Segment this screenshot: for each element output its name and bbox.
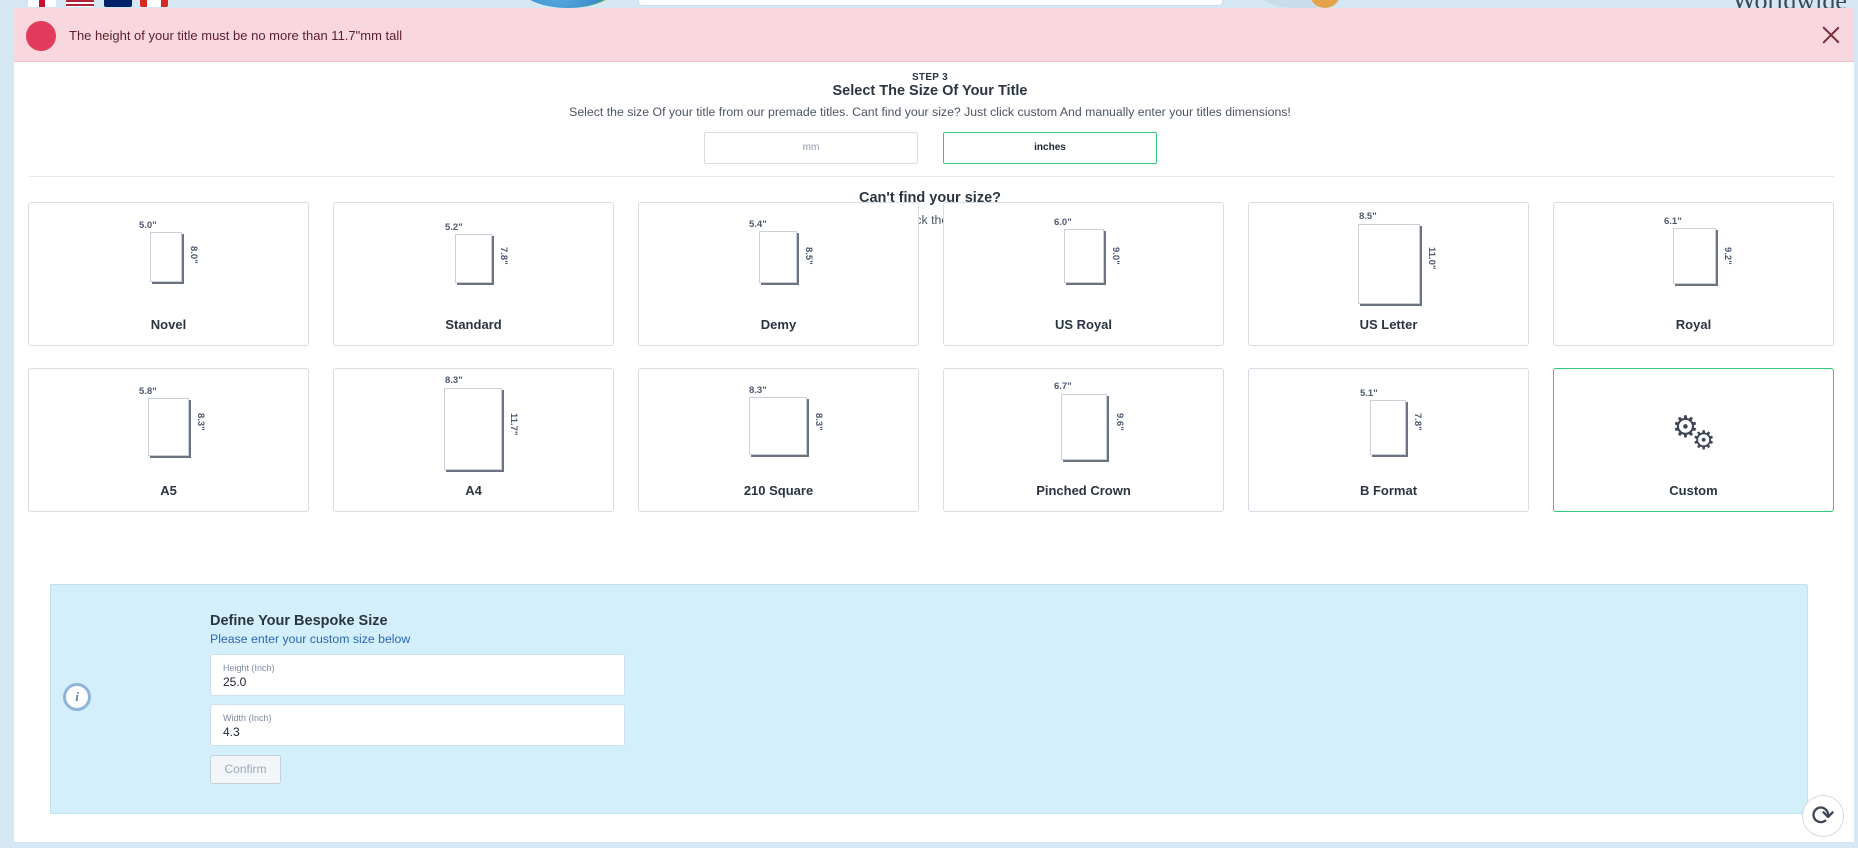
size-name: Custom bbox=[1669, 483, 1718, 498]
size-name: US Letter bbox=[1359, 317, 1418, 332]
height-label: 9.6" bbox=[1114, 413, 1125, 431]
ca-flag-icon[interactable] bbox=[140, 0, 168, 7]
height-label: 11.0" bbox=[1426, 247, 1437, 270]
width-label: 5.2" bbox=[445, 222, 463, 233]
width-field[interactable]: Width (Inch) 4.3 bbox=[210, 704, 625, 746]
step-label: STEP 3 bbox=[911, 72, 949, 83]
close-icon[interactable] bbox=[1820, 24, 1842, 46]
width-label: 8.3" bbox=[749, 385, 767, 396]
height-label: 8.0" bbox=[188, 246, 199, 264]
error-alert: The height of your title must be no more… bbox=[14, 8, 1854, 62]
book-preview bbox=[444, 388, 502, 470]
bespoke-subtitle: Please enter your custom size below bbox=[210, 632, 411, 646]
width-label: 8.3" bbox=[445, 375, 463, 386]
width-field-label: Width (Inch) bbox=[223, 713, 272, 723]
size-card-a5[interactable]: 5.8" 8.3" A5 bbox=[28, 368, 309, 512]
header-input[interactable] bbox=[638, 0, 1223, 6]
width-input[interactable]: 4.3 bbox=[223, 725, 240, 739]
book-preview bbox=[455, 234, 492, 283]
step-title: Select The Size Of Your Title bbox=[832, 83, 1028, 99]
size-card-b-format[interactable]: 5.1" 7.8" B Format bbox=[1248, 368, 1529, 512]
size-name: Novel bbox=[150, 317, 187, 332]
size-selection-panel: STEP 3 Select The Size Of Your Title Sel… bbox=[14, 62, 1854, 842]
info-icon[interactable]: i bbox=[63, 683, 91, 711]
height-label: 8.3" bbox=[195, 413, 206, 431]
size-name: A5 bbox=[160, 483, 177, 498]
width-label: 6.1" bbox=[1664, 216, 1682, 227]
size-name: B Format bbox=[1359, 483, 1418, 498]
bespoke-title: Define Your Bespoke Size bbox=[210, 613, 388, 629]
size-name: Royal bbox=[1675, 317, 1712, 332]
height-label: 8.5" bbox=[803, 247, 814, 265]
height-label: 11.7" bbox=[508, 413, 519, 436]
size-name: US Royal bbox=[1054, 317, 1113, 332]
book-preview bbox=[148, 398, 189, 456]
size-name: A4 bbox=[465, 483, 482, 498]
error-icon bbox=[26, 21, 56, 51]
size-card-pinched-crown[interactable]: 6.7" 9.6" Pinched Crown bbox=[943, 368, 1224, 512]
us-flag-icon[interactable] bbox=[66, 0, 94, 7]
size-card-novel[interactable]: 5.0" 8.0" Novel bbox=[28, 202, 309, 346]
alert-message: The height of your title must be no more… bbox=[69, 28, 403, 43]
height-label: 8.3" bbox=[813, 413, 824, 431]
height-label: 7.8" bbox=[1412, 413, 1423, 431]
confirm-button[interactable]: Confirm bbox=[210, 755, 281, 784]
width-label: 5.0" bbox=[139, 220, 157, 231]
au-flag-icon[interactable] bbox=[104, 0, 132, 7]
refresh-icon[interactable]: ⟳ bbox=[1802, 795, 1844, 837]
size-card-210-square[interactable]: 8.3" 8.3" 210 Square bbox=[638, 368, 919, 512]
book-preview bbox=[1673, 228, 1716, 284]
width-label: 5.8" bbox=[139, 386, 157, 397]
book-preview bbox=[749, 397, 807, 455]
size-name: Standard bbox=[445, 317, 502, 332]
page-header-strip: Worldwide bbox=[0, 0, 1858, 8]
width-label: 5.1" bbox=[1360, 388, 1378, 399]
unit-mm-button[interactable]: mm bbox=[704, 132, 918, 164]
size-name: 210 Square bbox=[743, 483, 814, 498]
width-label: 5.4" bbox=[749, 219, 767, 230]
size-name: Demy bbox=[760, 317, 797, 332]
height-field[interactable]: Height (Inch) 25.0 bbox=[210, 654, 625, 696]
size-name: Pinched Crown bbox=[1036, 483, 1131, 498]
uk-flag-icon[interactable] bbox=[28, 0, 56, 7]
width-label: 8.5" bbox=[1359, 211, 1377, 222]
size-card-royal[interactable]: 6.1" 9.2" Royal bbox=[1553, 202, 1834, 346]
height-label: 7.8" bbox=[498, 247, 509, 265]
height-input[interactable]: 25.0 bbox=[223, 675, 246, 689]
size-card-a4[interactable]: 8.3" 11.7" A4 bbox=[333, 368, 614, 512]
gear-icon: ⚙ bbox=[1692, 425, 1716, 455]
width-label: 6.7" bbox=[1054, 381, 1072, 392]
height-label: 9.0" bbox=[1110, 247, 1121, 265]
book-preview bbox=[1061, 394, 1107, 460]
book-preview bbox=[759, 231, 797, 283]
book-preview bbox=[150, 232, 182, 282]
book-preview bbox=[1358, 224, 1420, 304]
step-description: Select the size Of your title from our p… bbox=[569, 105, 1291, 119]
size-card-custom[interactable]: ⚙ ⚙ Custom bbox=[1553, 368, 1834, 512]
size-card-us-letter[interactable]: 8.5" 11.0" US Letter bbox=[1248, 202, 1529, 346]
height-field-label: Height (Inch) bbox=[223, 663, 275, 673]
bespoke-size-panel: i Define Your Bespoke Size Please enter … bbox=[50, 584, 1808, 814]
book-preview bbox=[1064, 229, 1104, 283]
size-card-demy[interactable]: 5.4" 8.5" Demy bbox=[638, 202, 919, 346]
unit-inches-button[interactable]: inches bbox=[943, 132, 1157, 164]
divider bbox=[29, 176, 1834, 177]
globe-illustration bbox=[522, 0, 614, 8]
gears-icon: ⚙ ⚙ bbox=[1672, 413, 1722, 455]
book-preview bbox=[1370, 400, 1406, 455]
height-label: 9.2" bbox=[1722, 247, 1733, 265]
size-card-standard[interactable]: 5.2" 7.8" Standard bbox=[333, 202, 614, 346]
size-card-us-royal[interactable]: 6.0" 9.0" US Royal bbox=[943, 202, 1224, 346]
worldwide-heading: Worldwide bbox=[1732, 0, 1847, 8]
width-label: 6.0" bbox=[1054, 217, 1072, 228]
